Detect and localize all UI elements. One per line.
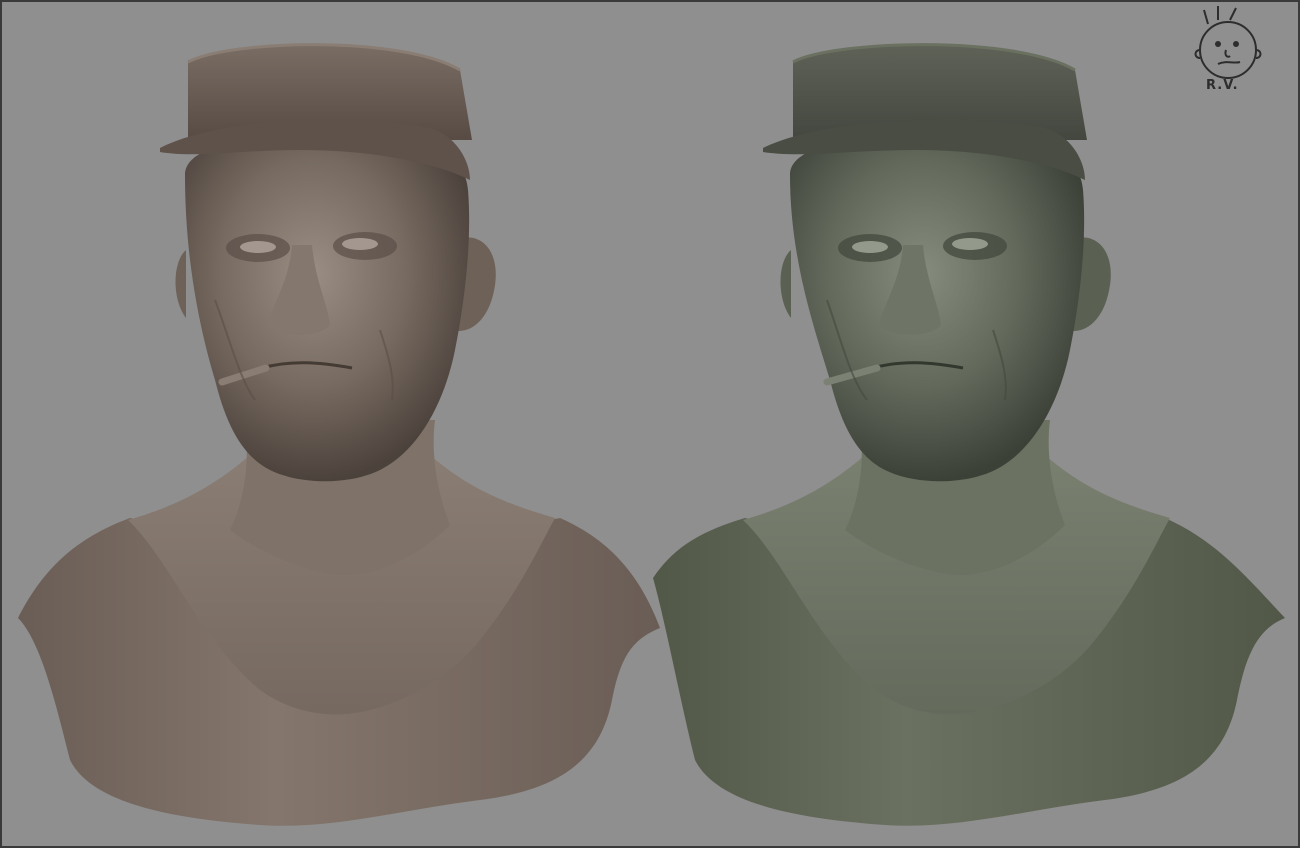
sculpt-bust-brown xyxy=(18,43,660,826)
sculpt-bust-green xyxy=(653,43,1285,826)
ear-left xyxy=(780,250,791,318)
render-canvas: R.V. xyxy=(0,0,1300,848)
ear-left xyxy=(175,250,186,318)
artist-signature: R.V. xyxy=(1206,78,1239,93)
